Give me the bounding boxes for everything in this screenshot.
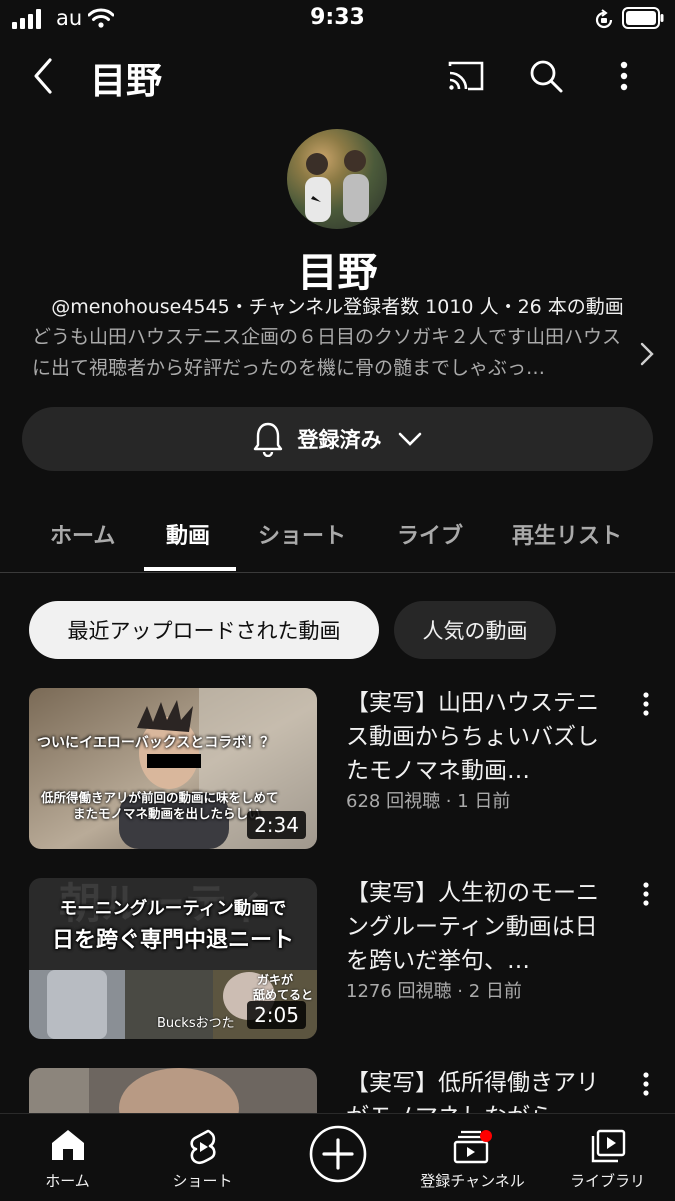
nav-home-label: ホーム	[45, 1172, 90, 1190]
thumbnail-caption: ついにイエローバックスとコラボ！？	[37, 735, 275, 751]
tab-playlists[interactable]: 再生リスト	[512, 518, 622, 550]
nav-library[interactable]: ライブラリ	[540, 1114, 675, 1201]
nav-shorts-label: ショート	[172, 1172, 233, 1190]
subscribe-label: 登録済み	[297, 428, 382, 452]
video-title[interactable]: 【実写】山田ハウステニス動画からちょいバズしたモノマネ動画…	[346, 686, 620, 788]
video-duration: 2:34	[247, 811, 306, 839]
channel-tabs: ホーム 動画 ショート ライブ 再生リスト	[0, 500, 675, 573]
create-plus-icon	[309, 1125, 366, 1183]
video-more-icon[interactable]	[636, 690, 656, 718]
video-title[interactable]: 【実写】人生初のモーニングルーティン動画は日を跨いだ挙句、…	[346, 876, 620, 978]
thumbnail-caption: Bucksおつた	[157, 1016, 235, 1031]
tab-videos[interactable]: 動画	[166, 518, 210, 550]
bell-icon	[253, 422, 282, 457]
video-duration: 2:05	[247, 1001, 306, 1029]
video-more-icon[interactable]	[636, 880, 656, 908]
active-tab-indicator	[144, 567, 236, 571]
channel-avatar	[287, 129, 387, 229]
clock: 9:33	[310, 5, 365, 30]
tab-live[interactable]: ライブ	[397, 518, 463, 550]
more-options-icon[interactable]	[604, 56, 644, 96]
chip-recent-uploads[interactable]: 最近アップロードされた動画	[29, 601, 379, 659]
channel-meta: @menohouse4545・チャンネル登録者数 1010 人・26 本の動画	[51, 296, 624, 318]
home-icon	[51, 1130, 84, 1160]
rotation-lock-icon	[595, 9, 613, 29]
channel-name: 目野	[297, 250, 378, 296]
nav-subscriptions-label: 登録チャンネル	[420, 1172, 525, 1190]
video-thumbnail[interactable]: ついにイエローバックスとコラボ！？ 低所得働きアリが前回の動画に味をしめて また…	[29, 688, 317, 849]
nav-subscriptions[interactable]: 登録チャンネル	[405, 1114, 540, 1201]
tab-shorts[interactable]: ショート	[258, 518, 346, 550]
subscribe-button[interactable]: 登録済み	[22, 407, 653, 471]
chevron-right-icon[interactable]	[636, 340, 658, 368]
video-thumbnail[interactable]	[29, 1068, 317, 1113]
shorts-icon	[189, 1129, 216, 1165]
battery-icon	[622, 7, 664, 29]
thumbnail-caption: モーニングルーティン動画で	[59, 899, 287, 919]
cast-icon[interactable]	[446, 56, 486, 96]
video-meta: 628 回視聴 · 1 日前	[346, 791, 511, 812]
thumbnail-caption: 日を跨ぐ専門中退ニート	[51, 928, 294, 953]
tab-home[interactable]: ホーム	[50, 518, 115, 550]
channel-description[interactable]: どうも山田ハウステニス企画の６日目のクソガキ２人です山田ハウスに出て視聴者から好…	[32, 322, 622, 384]
video-thumbnail[interactable]: 朝ルーティ モーニングルーティン動画で 日を跨ぐ専門中退ニート Bucksおつた…	[29, 878, 317, 1039]
video-title[interactable]: 【実写】低所得働きアリがモノマネしながら	[346, 1066, 620, 1113]
back-button[interactable]	[26, 56, 62, 96]
video-more-icon[interactable]	[636, 1070, 656, 1098]
header-title: 目野	[90, 61, 163, 102]
nav-home[interactable]: ホーム	[0, 1114, 135, 1201]
subscriptions-icon	[453, 1130, 492, 1164]
nav-shorts[interactable]: ショート	[135, 1114, 270, 1201]
library-icon	[591, 1129, 625, 1163]
chip-popular[interactable]: 人気の動画	[394, 601, 556, 659]
status-bar: au 9:33	[0, 0, 675, 38]
search-icon[interactable]	[526, 56, 566, 96]
video-meta: 1276 回視聴 · 2 日前	[346, 981, 522, 1002]
nav-create[interactable]	[270, 1114, 405, 1201]
chevron-down-icon	[398, 432, 421, 446]
bottom-navigation: ホーム ショート 登録チャンネル ライブラリ	[0, 1113, 675, 1201]
nav-library-label: ライブラリ	[569, 1172, 645, 1190]
